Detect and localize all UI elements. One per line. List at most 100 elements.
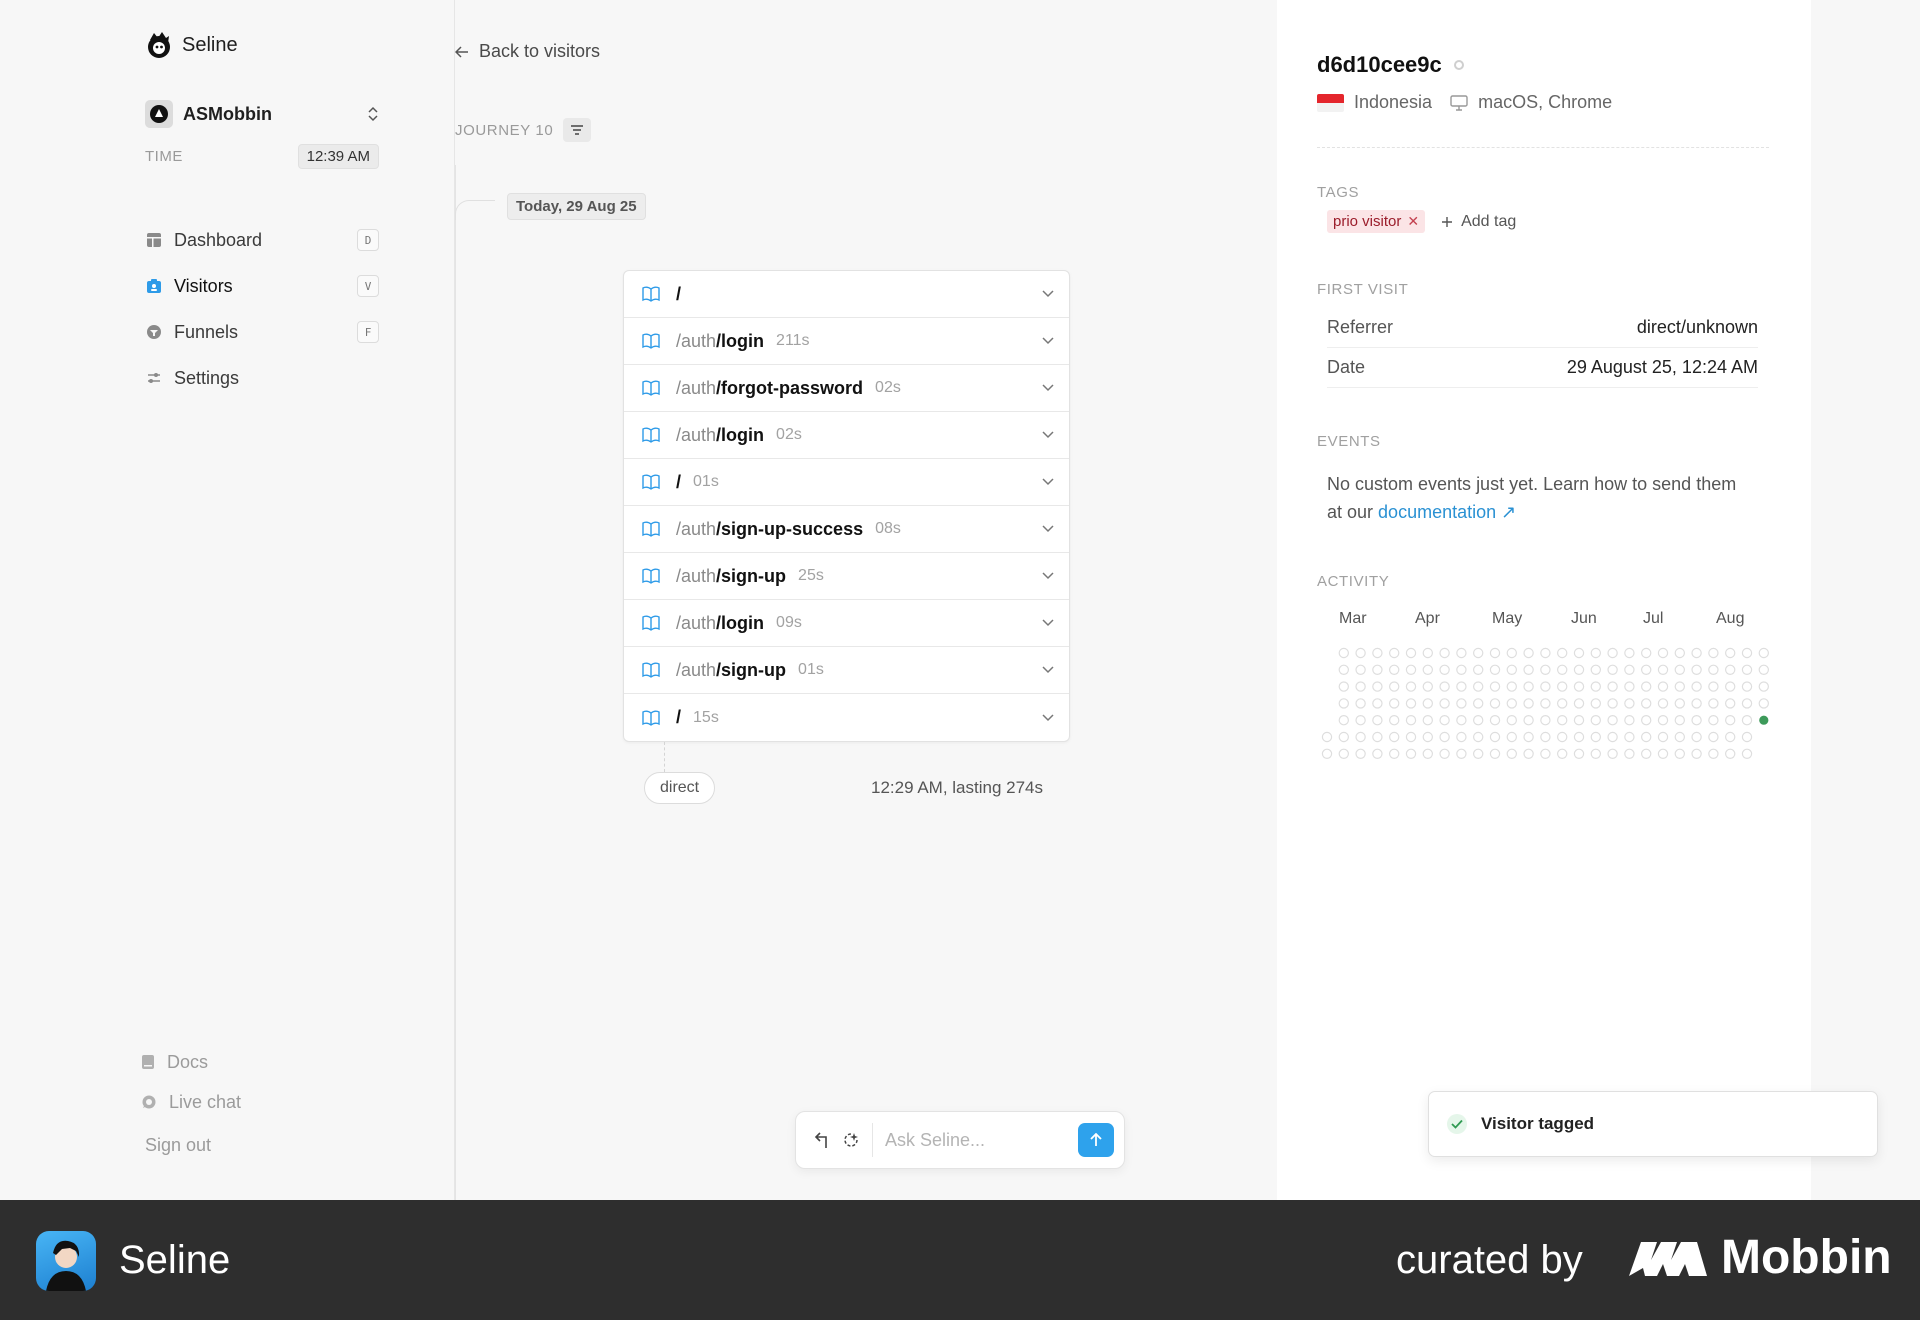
activity-day: [1439, 681, 1450, 692]
activity-day: [1388, 698, 1400, 709]
brand[interactable]: Seline: [144, 30, 238, 60]
activity-day: [1506, 647, 1517, 659]
chevron-down-icon[interactable]: [1041, 713, 1055, 723]
activity-day: [1540, 698, 1551, 709]
activity-day: [1741, 664, 1753, 676]
chevron-down-icon[interactable]: [1041, 477, 1055, 487]
live-chat-label: Live chat: [169, 1091, 242, 1112]
activity-day: [1489, 698, 1501, 709]
activity-day: [1624, 698, 1635, 709]
page-row[interactable]: /auth/sign-up 25s: [624, 553, 1069, 600]
send-button[interactable]: [1078, 1123, 1114, 1157]
check-circle-icon: [1447, 1114, 1467, 1134]
chevron-down-icon[interactable]: [1041, 524, 1055, 534]
activity-day: [1657, 731, 1669, 743]
activity-day: [1489, 664, 1501, 676]
ai-button[interactable]: [842, 1131, 860, 1149]
activity-day: [1405, 681, 1417, 692]
path-name: /: [676, 707, 682, 727]
docs-link[interactable]: Docs: [141, 1042, 241, 1082]
activity-day: [1355, 748, 1366, 760]
page-row[interactable]: /auth/forgot-password 02s: [624, 365, 1069, 412]
visitor-panel: d6d10cee9c Indonesia macOS, Chrome TAGS …: [1277, 0, 1811, 1200]
activity-day: [1557, 715, 1568, 726]
path-prefix: /auth: [676, 518, 717, 539]
chevron-down-icon[interactable]: [1041, 289, 1055, 299]
chevron-down-icon[interactable]: [1041, 618, 1055, 628]
activity-day: [1540, 748, 1551, 760]
time-on-page: 15s: [693, 708, 719, 726]
shortcut-key: F: [357, 321, 379, 343]
activity-day: [1691, 698, 1702, 709]
shortcut-key: D: [357, 229, 379, 251]
activity-day: [1439, 748, 1450, 760]
activity-day: [1657, 698, 1669, 709]
book-open-icon: [642, 474, 660, 490]
activity-day: [1388, 715, 1400, 726]
sidebar-item-funnels[interactable]: Funnels F: [145, 309, 379, 355]
page-row[interactable]: /auth/sign-up 01s: [624, 647, 1069, 694]
activity-day: [1338, 664, 1350, 676]
sidebar-item-visitors[interactable]: Visitors V: [145, 263, 379, 309]
book-open-icon: [642, 333, 660, 349]
activity-day: [1590, 664, 1601, 676]
chevron-down-icon[interactable]: [1041, 430, 1055, 440]
activity-day: [1573, 748, 1585, 760]
activity-day: [1456, 698, 1467, 709]
activity-day: [1607, 681, 1618, 692]
page-row[interactable]: / 15s: [624, 694, 1069, 741]
activity-day: [1540, 715, 1551, 726]
time-on-page: 01s: [798, 661, 824, 678]
activity-day: [1472, 731, 1484, 743]
arrow-left-icon: [455, 45, 468, 58]
activity-day: [1338, 698, 1350, 709]
activity-day: [1590, 698, 1601, 709]
sidebar-item-settings[interactable]: Settings: [145, 355, 379, 401]
time-on-page: 09s: [776, 614, 802, 631]
activity-day: [1338, 715, 1350, 726]
activity-day: [1388, 731, 1400, 743]
time-on-page: 211s: [776, 332, 810, 349]
activity-day: [1372, 698, 1383, 709]
book-open-icon: [642, 521, 660, 537]
activity-day: [1372, 664, 1383, 676]
ask-input[interactable]: [885, 1129, 1066, 1151]
return-button[interactable]: [812, 1131, 830, 1149]
chevron-down-icon[interactable]: [1041, 665, 1055, 675]
chevron-down-icon[interactable]: [1041, 383, 1055, 393]
activity-day: [1691, 664, 1702, 676]
chevron-down-icon[interactable]: [1041, 571, 1055, 581]
activity-day: [1540, 731, 1551, 743]
project-switcher[interactable]: ASMobbin: [145, 99, 379, 129]
activity-day: [1557, 664, 1568, 676]
activity-day: [1657, 647, 1669, 659]
back-to-visitors-link[interactable]: Back to visitors: [455, 41, 600, 62]
page-row[interactable]: /auth/login 02s: [624, 412, 1069, 459]
activity-day: [1708, 715, 1719, 726]
activity-day: [1506, 748, 1517, 760]
activity-day: [1422, 715, 1433, 726]
page-row[interactable]: /: [624, 271, 1069, 318]
page-row[interactable]: / 01s: [624, 459, 1069, 506]
live-chat-link[interactable]: Live chat: [141, 1082, 241, 1122]
book-open-icon: [642, 380, 660, 396]
chevron-down-icon[interactable]: [1041, 336, 1055, 346]
sign-out-link[interactable]: Sign out: [145, 1135, 211, 1156]
activity-heatmap: [1321, 647, 1769, 760]
filter-button[interactable]: [563, 118, 592, 142]
activity-day: [1607, 698, 1618, 709]
activity-day: [1741, 731, 1753, 743]
page-row[interactable]: /auth/sign-up-success 08s: [624, 506, 1069, 553]
shortcut-key: V: [357, 275, 379, 297]
session-summary: 12:29 AM, lasting 274s: [871, 778, 1044, 797]
path-prefix: /auth: [676, 330, 717, 351]
activity-day: [1321, 748, 1333, 760]
time-on-page: 01s: [693, 473, 719, 490]
page-row[interactable]: /auth/login 211s: [624, 318, 1069, 365]
time-row: TIME 12:39 AM: [145, 144, 379, 169]
activity-day: [1422, 731, 1433, 743]
page-row[interactable]: /auth/login 09s: [624, 600, 1069, 647]
activity-day: [1573, 664, 1585, 676]
sidebar-item-dashboard[interactable]: Dashboard D: [145, 217, 379, 263]
activity-day: [1405, 731, 1417, 743]
